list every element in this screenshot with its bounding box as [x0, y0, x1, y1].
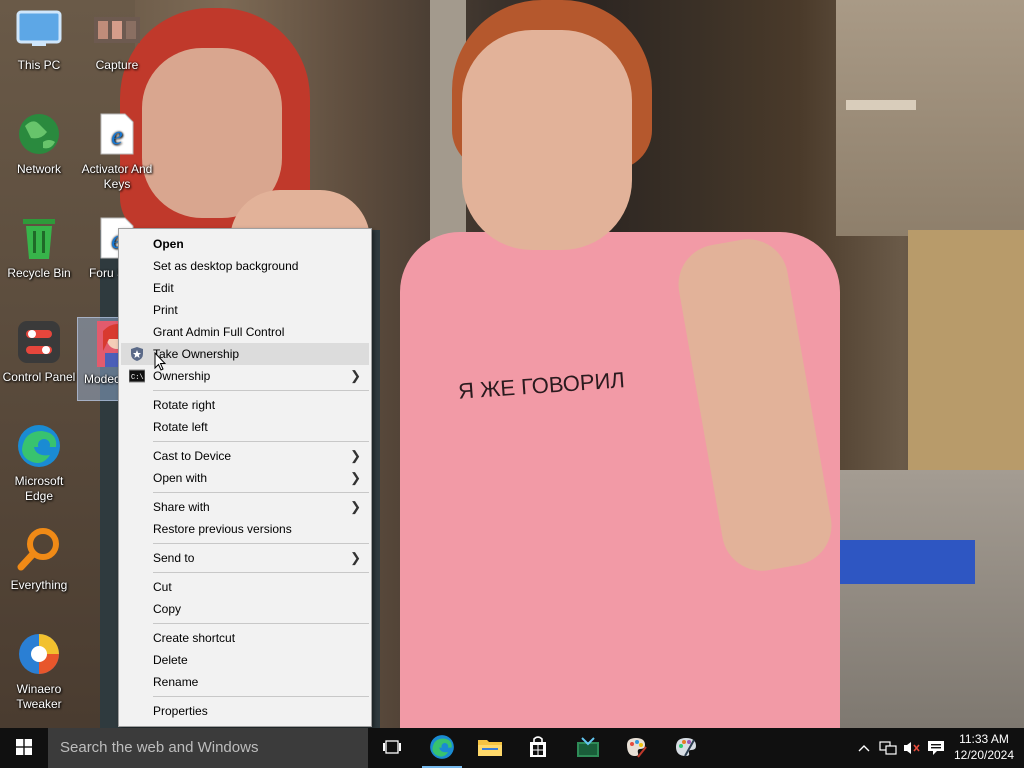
- desktop-icon-activator-and-keys[interactable]: e Activator And Keys: [78, 104, 156, 192]
- menu-item-open[interactable]: Open: [119, 233, 371, 255]
- taskbar-search-box[interactable]: Search the web and Windows: [48, 728, 368, 768]
- everything-search-icon: [15, 526, 63, 574]
- task-view-icon: [382, 739, 402, 758]
- menu-item-share-with[interactable]: Share with ❯: [119, 496, 371, 518]
- menu-item-set-desktop-background[interactable]: Set as desktop background: [119, 255, 371, 277]
- task-view-button[interactable]: [368, 728, 416, 768]
- menu-separator: [153, 390, 369, 391]
- menu-item-cut[interactable]: Cut: [119, 576, 371, 598]
- taskbar-clock[interactable]: 11:33 AM 12/20/2024: [944, 731, 1024, 763]
- menu-separator: [153, 492, 369, 493]
- desktop-icon-winaero-tweaker[interactable]: Winaero Tweaker: [0, 624, 78, 712]
- desktop-icon-label: Activator And Keys: [81, 162, 153, 191]
- menu-item-print[interactable]: Print: [119, 299, 371, 321]
- menu-item-copy[interactable]: Copy: [119, 598, 371, 620]
- desktop-icon-label: Everything: [10, 578, 68, 592]
- windows-logo-icon: [16, 738, 32, 758]
- start-button[interactable]: [0, 728, 48, 768]
- mouse-cursor-icon: [154, 351, 167, 372]
- store-icon: [528, 735, 548, 761]
- menu-separator: [153, 543, 369, 544]
- cmd-icon: C:\: [128, 368, 146, 384]
- paint-palette-icon: [674, 735, 698, 762]
- paint-icon: [624, 735, 648, 762]
- edge-icon: [15, 422, 63, 470]
- taskbar-app-paint-palette[interactable]: [662, 728, 710, 768]
- desktop-icon-label: Recycle Bin: [7, 266, 71, 280]
- winaero-tweaker-icon: [15, 630, 63, 678]
- taskbar: Search the web and Windows 11:33 AM 12/2…: [0, 728, 1024, 768]
- menu-separator: [153, 572, 369, 573]
- taskbar-app-store[interactable]: [514, 728, 562, 768]
- edge-document-icon: e: [93, 110, 141, 158]
- menu-item-rotate-right[interactable]: Rotate right: [119, 394, 371, 416]
- network-globe-icon: [15, 110, 63, 158]
- desktop-icon-control-panel[interactable]: Control Panel: [0, 312, 78, 385]
- desktop-icon-network[interactable]: Network: [0, 104, 78, 177]
- volume-muted-icon[interactable]: [902, 738, 922, 758]
- chevron-right-icon: ❯: [350, 368, 361, 383]
- menu-item-rotate-left[interactable]: Rotate left: [119, 416, 371, 438]
- menu-item-create-shortcut[interactable]: Create shortcut: [119, 627, 371, 649]
- image-thumbnail-icon: [93, 6, 141, 54]
- desktop-icon-label: Network: [16, 162, 61, 176]
- menu-item-grant-admin-full-control[interactable]: Grant Admin Full Control: [119, 321, 371, 343]
- desktop-icon-this-pc[interactable]: This PC: [0, 0, 78, 73]
- desktop-icon-label: Winaero Tweaker: [16, 682, 62, 711]
- edge-icon: [429, 734, 455, 763]
- menu-separator: [153, 441, 369, 442]
- desktop-icon-recycle-bin[interactable]: Recycle Bin: [0, 208, 78, 281]
- shield-icon: [129, 346, 145, 362]
- menu-item-cast-to-device[interactable]: Cast to Device ❯: [119, 445, 371, 467]
- chevron-right-icon: ❯: [350, 499, 361, 514]
- action-center-icon[interactable]: [926, 738, 946, 758]
- taskbar-app-paint[interactable]: [612, 728, 660, 768]
- svg-text:e: e: [111, 121, 123, 150]
- taskbar-app-file-explorer[interactable]: [466, 728, 514, 768]
- menu-item-delete[interactable]: Delete: [119, 649, 371, 671]
- file-context-menu: Open Set as desktop background Edit Prin…: [118, 228, 372, 727]
- menu-item-restore-previous-versions[interactable]: Restore previous versions: [119, 518, 371, 540]
- this-pc-icon: [15, 6, 63, 54]
- chevron-up-icon[interactable]: [854, 738, 874, 758]
- network-icon[interactable]: [878, 738, 898, 758]
- chevron-right-icon: ❯: [350, 448, 361, 463]
- desktop-icon-microsoft-edge[interactable]: Microsoft Edge: [0, 416, 78, 504]
- taskbar-app-screenshot-tool[interactable]: [564, 728, 612, 768]
- menu-separator: [153, 696, 369, 697]
- desktop-icon-capture[interactable]: Capture: [78, 0, 156, 73]
- desktop-icon-label: Microsoft Edge: [14, 474, 64, 503]
- chevron-right-icon: ❯: [350, 470, 361, 485]
- search-placeholder: Search the web and Windows: [60, 739, 259, 756]
- svg-text:C:\: C:\: [131, 374, 144, 382]
- clock-date: 12/20/2024: [953, 748, 1015, 762]
- menu-separator: [153, 623, 369, 624]
- desktop-icon-label: This PC: [17, 58, 61, 72]
- desktop-icon-label: Capture: [95, 58, 139, 72]
- clock-time: 11:33 AM: [959, 732, 1009, 746]
- menu-item-open-with[interactable]: Open with ❯: [119, 467, 371, 489]
- menu-item-send-to[interactable]: Send to ❯: [119, 547, 371, 569]
- recycle-bin-icon: [15, 214, 63, 262]
- screenshot-tool-icon: [576, 736, 600, 761]
- taskbar-app-edge[interactable]: [418, 728, 466, 768]
- file-explorer-icon: [478, 737, 502, 760]
- desktop-icon-label: Control Panel: [2, 370, 76, 384]
- desktop-icon-everything[interactable]: Everything: [0, 520, 78, 593]
- control-panel-icon: [15, 318, 63, 366]
- menu-item-properties[interactable]: Properties: [119, 700, 371, 722]
- menu-item-rename[interactable]: Rename: [119, 671, 371, 693]
- chevron-right-icon: ❯: [350, 550, 361, 565]
- menu-item-edit[interactable]: Edit: [119, 277, 371, 299]
